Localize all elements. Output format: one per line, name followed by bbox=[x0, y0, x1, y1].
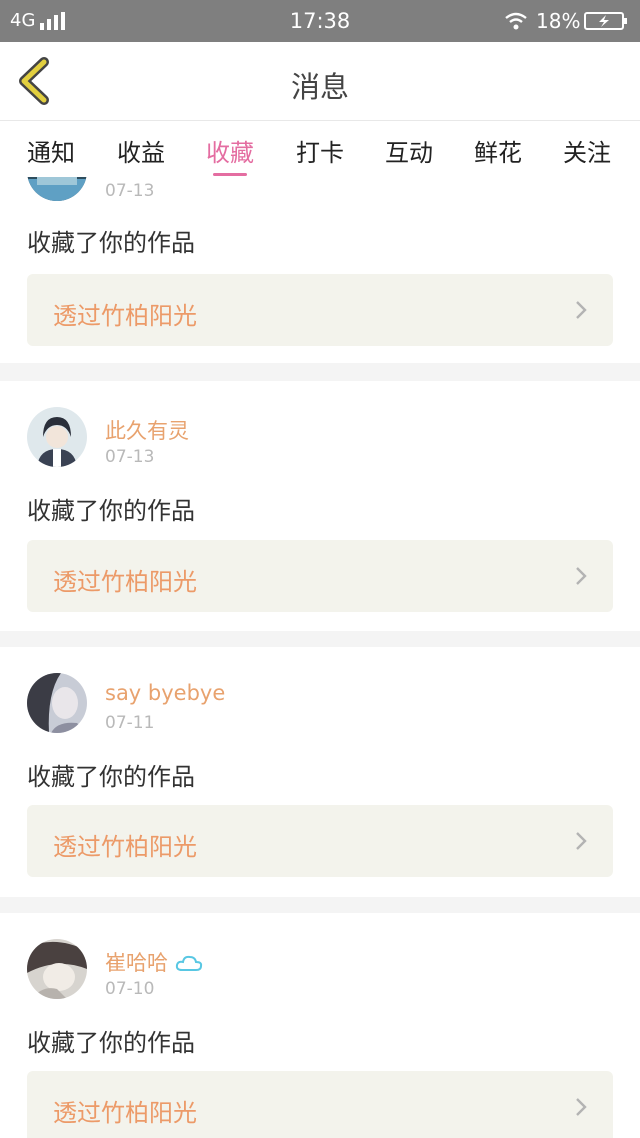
date: 07-10 bbox=[105, 979, 155, 999]
avatar[interactable] bbox=[27, 177, 87, 201]
nav-bar: 消息 bbox=[0, 42, 640, 121]
work-title: 透过竹柏阳光 bbox=[53, 833, 197, 861]
work-title: 透过竹柏阳光 bbox=[53, 302, 197, 330]
tab-interaction[interactable]: 互动 bbox=[374, 133, 444, 168]
work-title: 透过竹柏阳光 bbox=[53, 568, 197, 596]
date: 07-13 bbox=[105, 181, 155, 201]
username[interactable]: 此久有灵 bbox=[105, 415, 189, 445]
username[interactable]: 崔哈哈 bbox=[105, 947, 203, 977]
tab-favorites[interactable]: 收藏 bbox=[195, 133, 265, 168]
chevron-right-icon bbox=[576, 1098, 587, 1116]
list-item: 崔哈哈 07-10 收藏了你的作品 透过竹柏阳光 bbox=[0, 913, 640, 1138]
list-item: say byebye 07-11 收藏了你的作品 透过竹柏阳光 bbox=[0, 647, 640, 897]
date: 07-13 bbox=[105, 447, 155, 467]
avatar[interactable] bbox=[27, 673, 87, 733]
status-bar: 4G 17:38 18% bbox=[0, 0, 640, 42]
tab-notifications[interactable]: 通知 bbox=[16, 133, 86, 168]
cloud-icon bbox=[175, 955, 202, 971]
chevron-right-icon bbox=[576, 301, 587, 319]
tab-checkin[interactable]: 打卡 bbox=[285, 133, 355, 168]
avatar[interactable] bbox=[27, 939, 87, 999]
battery-charging-icon bbox=[584, 12, 627, 30]
active-tab-indicator bbox=[213, 173, 247, 176]
action-text: 收藏了你的作品 bbox=[27, 497, 195, 525]
work-title: 透过竹柏阳光 bbox=[53, 1099, 197, 1127]
battery-percent: 18% bbox=[536, 9, 581, 33]
work-link[interactable]: 透过竹柏阳光 bbox=[27, 1071, 613, 1138]
action-text: 收藏了你的作品 bbox=[27, 1029, 195, 1057]
action-text: 收藏了你的作品 bbox=[27, 763, 195, 791]
tab-bar: 通知 收益 收藏 打卡 互动 鲜花 关注 bbox=[0, 121, 640, 177]
work-link[interactable]: 透过竹柏阳光 bbox=[27, 805, 613, 877]
notification-list: 07-13 收藏了你的作品 透过竹柏阳光 此久有灵 07-13 收藏了你的作品 … bbox=[0, 177, 640, 1138]
tab-flowers[interactable]: 鲜花 bbox=[463, 133, 533, 168]
page-title: 消息 bbox=[290, 70, 349, 104]
tab-earnings[interactable]: 收益 bbox=[106, 133, 176, 168]
username-text: 崔哈哈 bbox=[105, 951, 168, 975]
action-text: 收藏了你的作品 bbox=[27, 229, 195, 257]
date: 07-11 bbox=[105, 713, 155, 733]
work-link[interactable]: 透过竹柏阳光 bbox=[27, 540, 613, 612]
list-item: 此久有灵 07-13 收藏了你的作品 透过竹柏阳光 bbox=[0, 381, 640, 631]
chevron-right-icon bbox=[576, 567, 587, 585]
work-link[interactable]: 透过竹柏阳光 bbox=[27, 274, 613, 346]
list-item: 07-13 收藏了你的作品 透过竹柏阳光 bbox=[0, 177, 640, 363]
wifi-icon bbox=[505, 12, 527, 30]
chevron-right-icon bbox=[576, 832, 587, 850]
tab-follow[interactable]: 关注 bbox=[552, 133, 622, 168]
avatar[interactable] bbox=[27, 407, 87, 467]
username[interactable]: say byebye bbox=[105, 681, 225, 705]
back-icon[interactable] bbox=[14, 56, 54, 106]
